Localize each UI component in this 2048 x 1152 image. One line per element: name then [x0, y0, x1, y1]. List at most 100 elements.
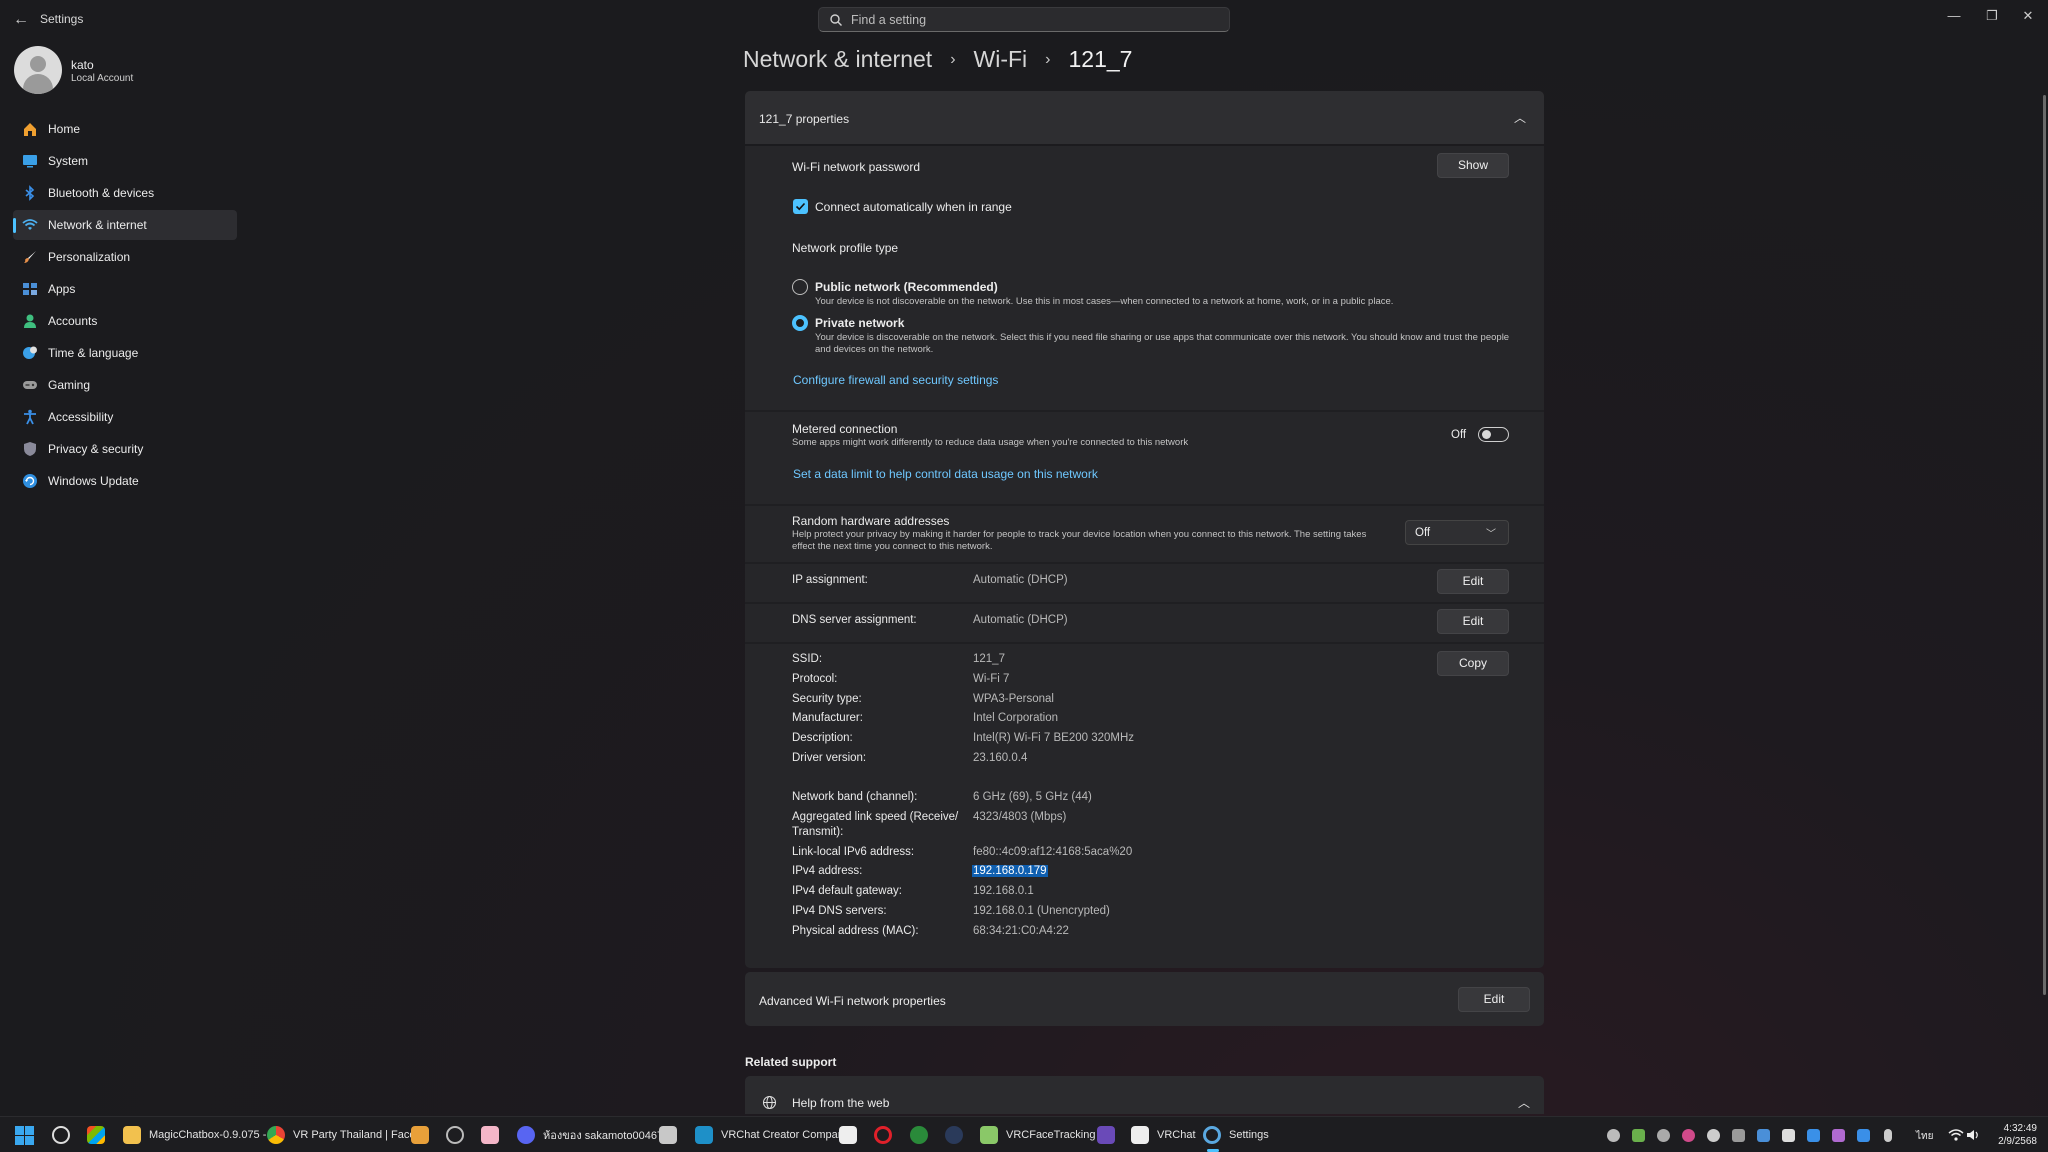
start-button[interactable] [15, 1124, 34, 1146]
ip-edit-button[interactable]: Edit [1437, 569, 1509, 594]
taskbar-app[interactable] [481, 1124, 499, 1146]
sidebar-item-network[interactable]: Network & internet [13, 210, 237, 240]
detail-key-cont: Transmit): [792, 826, 844, 838]
detail-key: Security type: [792, 693, 862, 705]
avatar[interactable] [14, 46, 62, 94]
detail-value: Wi-Fi 7 [973, 673, 1010, 685]
tray-app-icon[interactable] [1832, 1129, 1845, 1142]
taskbar-item-creator-companion[interactable]: VRChat Creator Compar [695, 1124, 841, 1146]
taskbar-app[interactable] [1097, 1124, 1115, 1146]
tray-app-icon[interactable] [1607, 1129, 1620, 1142]
random-hw-title: Random hardware addresses [792, 514, 950, 528]
advanced-edit-button[interactable]: Edit [1458, 987, 1530, 1012]
taskbar-app[interactable] [839, 1124, 857, 1146]
store-app[interactable] [87, 1124, 105, 1146]
tray-app-icon[interactable] [1732, 1129, 1745, 1142]
volume-icon[interactable] [1966, 1128, 1980, 1142]
show-password-button[interactable]: Show [1437, 153, 1509, 178]
random-hw-value: Off [1415, 527, 1431, 539]
restore-button[interactable]: ❐ [1972, 4, 2012, 28]
taskbar-item-vrchat[interactable]: VRChat [1131, 1124, 1196, 1146]
taskbar-app[interactable] [411, 1124, 429, 1146]
close-button[interactable]: ✕ [2008, 4, 2048, 28]
ipv4-value-selected[interactable]: 192.168.0.179 [972, 865, 1048, 877]
sidebar-item-accounts[interactable]: Accounts [13, 306, 237, 336]
search-box[interactable] [818, 7, 1230, 32]
taskbar-app[interactable] [659, 1124, 677, 1146]
taskbar-item-vrcfacetracking[interactable]: VRCFaceTracking [980, 1124, 1095, 1146]
sidebar-item-bluetooth[interactable]: Bluetooth & devices [13, 178, 237, 208]
metered-toggle[interactable] [1478, 427, 1509, 442]
home-icon [24, 123, 36, 136]
sidebar-item-home[interactable]: Home [13, 114, 237, 144]
sidebar-item-personalization[interactable]: Personalization [13, 242, 237, 272]
copy-button[interactable]: Copy [1437, 651, 1509, 676]
private-network-radio[interactable] [792, 315, 808, 331]
breadcrumb-wifi[interactable]: Wi-Fi [974, 46, 1028, 73]
auto-connect-checkbox[interactable] [793, 199, 808, 214]
detail-key: Network band (channel): [792, 791, 918, 803]
sidebar-item-label: Accounts [48, 314, 98, 328]
tray-app-icon[interactable] [1707, 1129, 1720, 1142]
firewall-settings-link[interactable]: Configure firewall and security settings [793, 373, 998, 387]
taskbar-app[interactable] [910, 1124, 928, 1146]
taskbar-label: VRChat Creator Compar [721, 1129, 842, 1141]
random-hw-select[interactable]: Off ﹀ [1405, 520, 1509, 545]
bluetooth-tray-icon[interactable] [1857, 1129, 1870, 1142]
sidebar-item-label: Home [48, 122, 81, 136]
properties-header[interactable]: 121_7 properties ︿ [745, 91, 1544, 144]
sidebar-item-label: Personalization [48, 250, 131, 264]
taskbar-item-settings[interactable]: Settings [1203, 1124, 1269, 1152]
sidebar-item-privacy[interactable]: Privacy & security [13, 434, 237, 464]
taskbar-app[interactable] [945, 1124, 963, 1146]
taskbar-app[interactable] [874, 1124, 892, 1146]
steam-icon [945, 1126, 963, 1144]
app-icon [659, 1126, 677, 1144]
sidebar-item-windows-update[interactable]: Windows Update [13, 466, 237, 496]
discord-tray-icon[interactable] [1782, 1129, 1795, 1142]
sidebar-item-time-language[interactable]: Time & language [13, 338, 237, 368]
nvidia-icon[interactable] [1632, 1129, 1645, 1142]
app-icon [1097, 1126, 1115, 1144]
clock[interactable]: 4:32:49 2/9/2568 [1983, 1122, 2037, 1148]
sidebar-item-gaming[interactable]: Gaming [13, 370, 237, 400]
wifi-tray-icon[interactable] [1948, 1128, 1964, 1142]
ip-assignment-label: IP assignment: [792, 574, 868, 586]
back-arrow-icon[interactable]: ← [10, 9, 32, 31]
profile-type-label: Network profile type [792, 241, 899, 255]
network-details [745, 644, 1544, 968]
taskbar-label: MagicChatbox-0.9.075 - [149, 1129, 267, 1141]
chevron-up-icon[interactable]: ︿ [1514, 109, 1526, 126]
account-type: Local Account [71, 73, 134, 84]
tray-app-icon[interactable] [1657, 1129, 1670, 1142]
taskbar-item-chrome[interactable]: VR Party Thailand | Face [267, 1124, 416, 1146]
search-icon [830, 14, 842, 26]
chevron-up-icon[interactable]: ︿ [1518, 1094, 1530, 1111]
accessibility-icon [24, 409, 36, 425]
data-limit-link[interactable]: Set a data limit to help control data us… [793, 467, 1098, 481]
sidebar-item-accessibility[interactable]: Accessibility [13, 402, 237, 432]
breadcrumb-network[interactable]: Network & internet [743, 46, 932, 73]
taskbar-app[interactable] [446, 1124, 464, 1146]
tray-app-icon[interactable] [1757, 1129, 1770, 1142]
sidebar-item-label: Windows Update [48, 474, 139, 488]
tray-app-icon[interactable] [1807, 1129, 1820, 1142]
sidebar-item-apps[interactable]: Apps [13, 274, 237, 304]
minimize-button[interactable]: — [1934, 4, 1974, 28]
chatgpt-app[interactable] [52, 1124, 70, 1146]
detail-value: 192.168.0.1 [973, 885, 1034, 897]
search-input[interactable] [851, 11, 1211, 29]
dns-edit-button[interactable]: Edit [1437, 609, 1509, 634]
monitor-icon [23, 155, 37, 168]
scrollbar[interactable] [2043, 95, 2046, 995]
tray-app-icon[interactable] [1682, 1129, 1695, 1142]
sidebar-item-system[interactable]: System [13, 146, 237, 176]
input-language[interactable]: ไทย [1916, 1129, 1933, 1144]
taskbar-item-magicchatbox[interactable]: MagicChatbox-0.9.075 - [123, 1124, 266, 1146]
detail-key: Aggregated link speed (Receive/ [792, 811, 959, 823]
public-network-radio[interactable] [792, 279, 808, 295]
opera-icon [874, 1126, 892, 1144]
microphone-icon[interactable] [1884, 1129, 1892, 1142]
taskbar-item-discord[interactable]: ห้องของ sakamoto00467 [517, 1124, 663, 1146]
private-network-desc: Your device is discoverable on the netwo… [815, 332, 1510, 355]
